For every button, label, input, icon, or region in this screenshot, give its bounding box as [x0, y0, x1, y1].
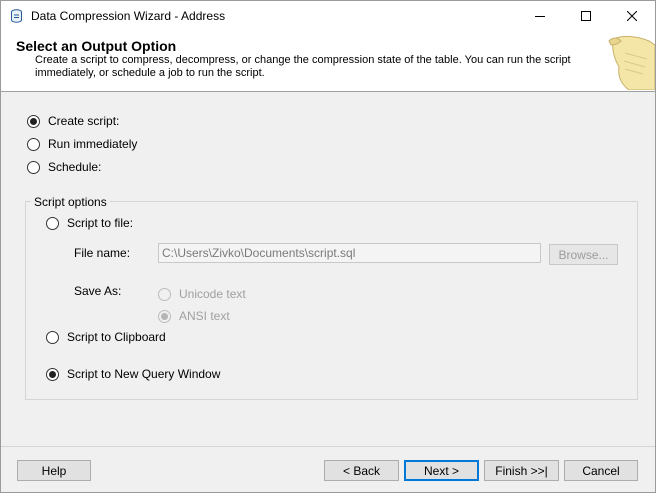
finish-button[interactable]: Finish >>| — [484, 460, 559, 481]
script-to-file-option[interactable]: Script to file: — [46, 216, 133, 230]
ansi-text-option[interactable]: ANSI text — [158, 309, 230, 323]
schedule-option[interactable]: Schedule: — [27, 160, 101, 174]
minimize-icon — [535, 16, 545, 17]
create-script-radio[interactable] — [27, 114, 40, 128]
schedule-label: Schedule: — [48, 160, 102, 174]
create-script-option[interactable]: Create script: — [27, 114, 119, 128]
maximize-icon — [581, 11, 591, 21]
next-button[interactable]: Next > — [404, 460, 479, 481]
page-title: Select an Output Option — [16, 38, 177, 54]
maximize-button[interactable] — [563, 1, 609, 31]
script-to-clipboard-radio[interactable] — [46, 330, 59, 344]
minimize-button[interactable] — [517, 1, 563, 31]
page-header: Select an Output Option Create a script … — [1, 31, 655, 92]
window-title: Data Compression Wizard - Address — [31, 9, 226, 23]
ansi-text-radio[interactable] — [158, 309, 171, 323]
run-immediately-option[interactable]: Run immediately — [27, 137, 137, 151]
schedule-radio[interactable] — [27, 160, 40, 174]
unicode-text-option[interactable]: Unicode text — [158, 287, 246, 301]
run-immediately-radio[interactable] — [27, 137, 40, 151]
script-to-file-label: Script to file: — [67, 216, 134, 230]
database-wizard-icon — [11, 9, 22, 23]
save-as-label: Save As: — [74, 284, 122, 298]
unicode-text-radio[interactable] — [158, 287, 171, 301]
script-to-query-window-option[interactable]: Script to New Query Window — [46, 367, 220, 381]
scroll-icon — [608, 35, 655, 90]
ansi-text-label: ANSI text — [179, 309, 230, 323]
unicode-text-label: Unicode text — [179, 287, 246, 301]
close-button[interactable] — [609, 1, 655, 31]
script-to-clipboard-option[interactable]: Script to Clipboard — [46, 330, 166, 344]
script-to-query-window-radio[interactable] — [46, 367, 59, 381]
cancel-button[interactable]: Cancel — [564, 460, 638, 481]
browse-button[interactable]: Browse... — [549, 244, 618, 265]
run-immediately-label: Run immediately — [48, 137, 138, 151]
page-description: Create a script to compress, decompress,… — [35, 54, 571, 79]
script-to-file-radio[interactable] — [46, 216, 59, 230]
close-icon — [627, 11, 637, 21]
footer-divider — [1, 446, 655, 447]
script-to-clipboard-label: Script to Clipboard — [67, 330, 166, 344]
file-name-label: File name: — [74, 246, 131, 260]
create-script-label: Create script: — [48, 114, 120, 128]
script-to-query-window-label: Script to New Query Window — [67, 367, 221, 381]
script-options-label: Script options — [31, 195, 110, 209]
file-name-input[interactable] — [158, 243, 541, 263]
back-button[interactable]: < Back — [324, 460, 399, 481]
title-bar: Data Compression Wizard - Address — [1, 1, 655, 31]
help-button[interactable]: Help — [17, 460, 91, 481]
